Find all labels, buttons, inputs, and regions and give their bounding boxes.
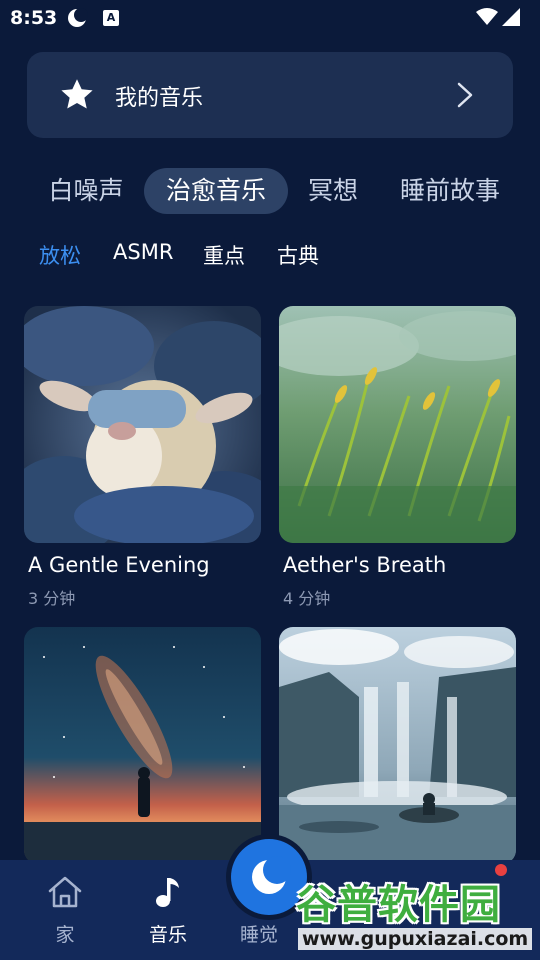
status-time: 8:53 — [10, 7, 58, 29]
card-title: A Gentle Evening — [28, 553, 210, 577]
card-duration: 3 分钟 — [28, 589, 76, 608]
category-tabs: 白噪声 治愈音乐 冥想 睡前故事 — [0, 168, 540, 218]
watermark-url: www.gupuxiazai.com — [298, 928, 533, 950]
subtab-asmr[interactable]: ASMR — [113, 240, 173, 264]
card-thumbnail-grass — [279, 306, 516, 543]
screen: 8:53 A 我的音乐 白噪声 治愈音乐 冥想 睡前故事 放松 ASMR 重点 — [0, 0, 540, 960]
tab-meditation[interactable]: 冥想 — [296, 168, 370, 214]
nav-music[interactable]: 音乐 — [123, 860, 213, 960]
sub-tabs: 放松 ASMR 重点 古典 — [0, 240, 540, 274]
watermark: 谷普软件园 www.gupuxiazai.com — [292, 872, 540, 960]
star-icon — [61, 79, 93, 109]
card-title: Aether's Breath — [283, 553, 447, 577]
my-music-label: 我的音乐 — [115, 86, 204, 111]
chevron-right-icon — [457, 82, 473, 108]
nav-home[interactable]: 家 — [20, 860, 110, 960]
subtab-classical[interactable]: 古典 — [277, 240, 319, 270]
music-card[interactable] — [24, 627, 261, 864]
card-thumbnail-milky-way — [24, 627, 261, 864]
tab-white-noise[interactable]: 白噪声 — [36, 168, 136, 214]
music-card[interactable]: Aether's Breath 4 分钟 — [279, 306, 516, 609]
tab-bedtime-stories[interactable]: 睡前故事 — [390, 168, 510, 214]
moon-icon — [252, 856, 291, 894]
card-thumbnail-sheep — [24, 306, 261, 543]
subtab-relax[interactable]: 放松 — [39, 240, 81, 270]
nav-sleep-label: 睡觉 — [240, 924, 279, 946]
battery-icon — [502, 8, 520, 26]
card-thumbnail-waterfall — [279, 627, 516, 864]
a-icon: A — [103, 10, 119, 26]
nav-music-label: 音乐 — [148, 924, 187, 946]
moon-icon — [68, 8, 88, 27]
home-icon — [48, 876, 82, 908]
card-duration: 4 分钟 — [283, 589, 331, 608]
music-card[interactable] — [279, 627, 516, 864]
tab-healing-music[interactable]: 治愈音乐 — [144, 168, 288, 214]
my-music-card[interactable]: 我的音乐 — [27, 52, 513, 138]
watermark-logo: 谷普软件园 — [296, 882, 501, 928]
subtab-focus[interactable]: 重点 — [203, 240, 245, 270]
music-card[interactable]: A Gentle Evening 3 分钟 — [24, 306, 261, 609]
nav-home-label: 家 — [55, 924, 75, 946]
music-note-icon — [156, 878, 179, 907]
status-bar: 8:53 A — [0, 0, 540, 36]
wifi-icon — [476, 8, 498, 25]
